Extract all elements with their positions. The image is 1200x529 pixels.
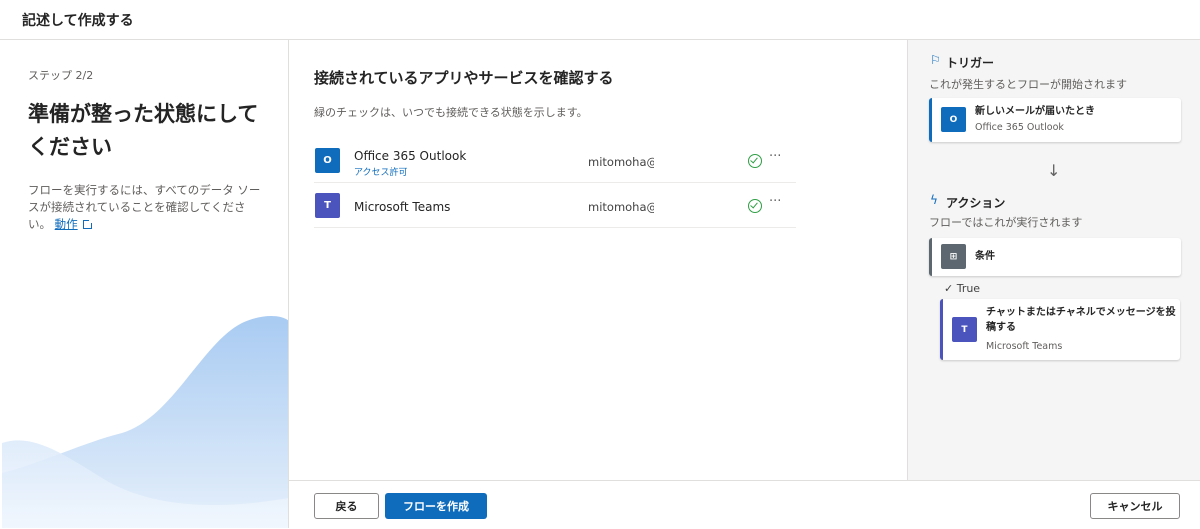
- left-panel: ステップ 2/2 準備が整った状態にしてください フローを実行するには、すべての…: [2, 40, 289, 528]
- trigger-card-title: 新しいメールが届いたとき: [975, 106, 1095, 117]
- flow-preview-panel: ⚐ トリガー これが発生するとフローが開始されます O 新しいメールが届いたとき…: [907, 40, 1200, 480]
- outlook-icon: O: [941, 107, 966, 132]
- header: 記述して作成する: [0, 0, 1200, 40]
- create-from-description-page: 記述して作成する ステップ 2/2 準備が整った状態にしてください フローを実行…: [0, 0, 1200, 529]
- more-options-button[interactable]: ···: [769, 149, 781, 164]
- back-button[interactable]: 戻る: [314, 493, 379, 519]
- create-flow-button[interactable]: フローを作成: [385, 493, 487, 519]
- page-title: 記述して作成する: [22, 13, 134, 29]
- condition-icon: ⊞: [941, 244, 966, 269]
- arrow-down-icon: ↓: [1047, 161, 1061, 180]
- connected-check-icon: [748, 199, 762, 213]
- left-heading: 準備が整った状態にしてください: [28, 102, 259, 159]
- flag-icon: ⚐: [930, 53, 941, 67]
- connection-name: Microsoft Teams: [354, 200, 451, 214]
- connected-check-icon: [748, 154, 762, 168]
- action-title: アクション: [946, 196, 1006, 210]
- learn-more-link-label: 動作: [54, 217, 78, 231]
- permission-link[interactable]: アクセス許可: [354, 165, 408, 178]
- teams-card-subtitle: Microsoft Teams: [986, 341, 1063, 352]
- teams-icon: T: [315, 193, 340, 218]
- connections-subtitle: 緑のチェックは、いつでも接続できる状態を示します。: [314, 106, 588, 119]
- condition-card[interactable]: ⊞ 条件: [929, 238, 1181, 276]
- trigger-card[interactable]: O 新しいメールが届いたとき Office 365 Outlook: [929, 98, 1181, 142]
- outlook-icon: O: [315, 148, 340, 173]
- trigger-card-subtitle: Office 365 Outlook: [975, 122, 1064, 133]
- connections-panel: 接続されているアプリやサービスを確認する 緑のチェックは、いつでも接続できる状態…: [289, 40, 907, 480]
- step-indicator: ステップ 2/2: [28, 69, 94, 82]
- left-description: フローを実行するには、すべてのデータ ソースが接続されていることを確認してくださ…: [28, 182, 266, 233]
- footer: 戻る フローを作成 キャンセル: [289, 480, 1200, 529]
- connection-account: mitomoha@: [588, 155, 654, 169]
- lightning-icon: ϟ: [930, 193, 938, 207]
- more-options-button[interactable]: ···: [769, 194, 781, 209]
- teams-icon: T: [952, 317, 977, 342]
- connection-account: mitomoha@: [588, 200, 654, 214]
- connection-row-outlook: O Office 365 Outlook アクセス許可 mitomoha@ ··…: [314, 139, 796, 183]
- external-link-icon: [82, 219, 93, 229]
- trigger-title: トリガー: [946, 56, 995, 70]
- connection-name: Office 365 Outlook: [354, 149, 467, 163]
- cancel-button[interactable]: キャンセル: [1090, 493, 1180, 519]
- trigger-subtitle: これが発生するとフローが開始されます: [929, 78, 1127, 91]
- connections-title: 接続されているアプリやサービスを確認する: [314, 69, 614, 87]
- connection-row-teams: T Microsoft Teams mitomoha@ ···: [314, 184, 796, 228]
- action-subtitle: フローではこれが実行されます: [929, 216, 1083, 229]
- teams-card-title: チャットまたはチャネルでメッセージを投稿する: [986, 307, 1176, 333]
- decorative-wave: [2, 316, 288, 528]
- learn-more-link[interactable]: 動作: [55, 217, 78, 231]
- teams-action-card[interactable]: T チャットまたはチャネルでメッセージを投稿する Microsoft Teams: [940, 299, 1180, 360]
- condition-card-title: 条件: [975, 251, 995, 262]
- true-branch-label: ✓ True: [944, 282, 981, 295]
